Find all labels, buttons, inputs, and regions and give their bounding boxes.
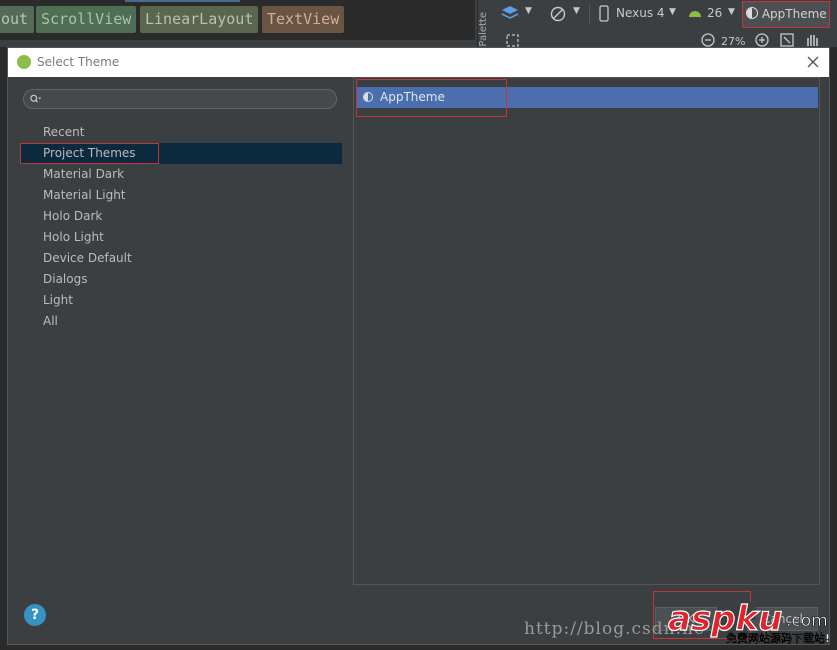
api-dropdown-chevron-icon[interactable]: ▼: [728, 7, 735, 17]
category-all[interactable]: All: [20, 311, 342, 332]
zoom-out-icon[interactable]: [701, 33, 715, 47]
layers-dropdown-chevron-icon[interactable]: ▼: [525, 6, 532, 16]
highlight-outline: [356, 79, 507, 117]
android-icon: [689, 11, 701, 17]
orientation-icon[interactable]: [549, 5, 567, 23]
category-holo-dark[interactable]: Holo Dark: [20, 206, 342, 227]
device-selector[interactable]: Nexus 4: [616, 6, 665, 20]
active-tab-indicator: [125, 0, 240, 2]
palette-tab-label: Palette: [478, 12, 489, 47]
theme-search-input[interactable]: [23, 89, 337, 109]
theme-list-panel: AppTheme: [353, 77, 820, 585]
category-recent[interactable]: Recent: [20, 122, 342, 143]
close-icon: [807, 56, 819, 68]
xml-tag-scrollview[interactable]: ScrollView: [36, 6, 137, 33]
close-button[interactable]: [803, 52, 823, 72]
ide-bottom-strip: [0, 645, 837, 649]
search-icon: [30, 94, 42, 103]
pan-hand-icon[interactable]: [805, 32, 819, 47]
watermark-tagline: 免费网站源码下载站!: [726, 631, 830, 645]
theme-category-list: Recent Project Themes Material Dark Mate…: [20, 122, 342, 332]
layout-editor-blueprint-area: out ScrollView LinearLayout TextView: [0, 0, 475, 40]
category-holo-light[interactable]: Holo Light: [20, 227, 342, 248]
category-dialogs[interactable]: Dialogs: [20, 269, 342, 290]
category-project-themes[interactable]: Project Themes: [20, 143, 342, 164]
theme-selector-button[interactable]: AppTheme: [742, 1, 830, 28]
category-material-light[interactable]: Material Light: [20, 185, 342, 206]
theme-icon: [746, 7, 758, 19]
help-icon: ?: [30, 607, 40, 623]
orientation-dropdown-chevron-icon[interactable]: ▼: [573, 6, 580, 16]
watermark-logo: aspku .com 免费网站源码下载站!: [667, 592, 830, 647]
select-frame-icon[interactable]: [506, 34, 519, 47]
api-level-selector[interactable]: 26: [707, 6, 722, 20]
select-theme-dialog: Select Theme Recent Project Themes Mater…: [7, 47, 830, 645]
zoom-in-icon[interactable]: [755, 33, 769, 47]
watermark-brand-suffix: .com: [786, 611, 828, 631]
toolbar-divider: [589, 4, 590, 24]
category-light[interactable]: Light: [20, 290, 342, 311]
xml-tag-textview[interactable]: TextView: [262, 6, 345, 33]
xml-tag-layout[interactable]: out: [0, 6, 34, 33]
zoom-to-fit-icon[interactable]: [780, 33, 794, 47]
xml-tag-linearlayout[interactable]: LinearLayout: [140, 6, 259, 33]
category-device-default[interactable]: Device Default: [20, 248, 342, 269]
help-button[interactable]: ?: [24, 604, 46, 626]
android-studio-logo-icon: [17, 55, 31, 69]
category-material-dark[interactable]: Material Dark: [20, 164, 342, 185]
phone-icon: [599, 5, 609, 22]
layers-icon[interactable]: [501, 5, 519, 21]
dialog-titlebar: Select Theme: [8, 48, 829, 77]
theme-selector-label: AppTheme: [761, 7, 827, 21]
device-dropdown-chevron-icon[interactable]: ▼: [669, 7, 676, 17]
dialog-title: Select Theme: [37, 55, 120, 69]
highlight-outline: [20, 143, 159, 164]
